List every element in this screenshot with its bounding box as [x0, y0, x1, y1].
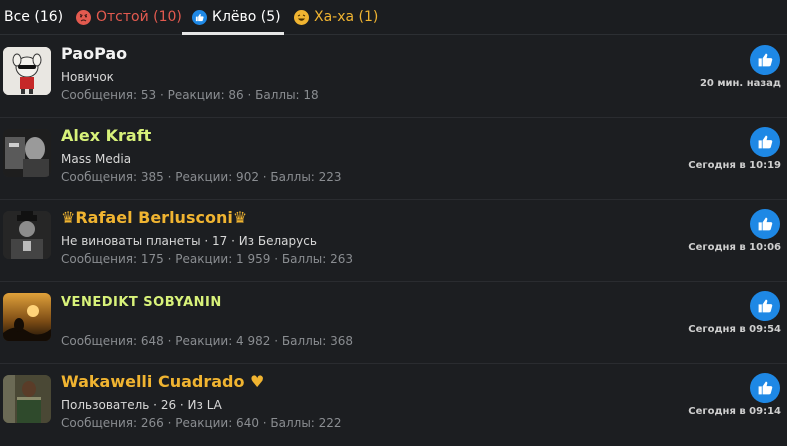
user-stats: Сообщения: 53 · Реакции: 86 · Баллы: 18 [61, 88, 319, 102]
avatar[interactable] [3, 293, 51, 341]
avatar[interactable] [3, 375, 51, 423]
username[interactable]: Wakawelli Cuadrado ♥ [61, 372, 264, 391]
user-stats: Сообщения: 385 · Реакции: 902 · Баллы: 2… [61, 170, 342, 184]
tab-haha[interactable]: Ха-ха (1) [294, 0, 378, 34]
like-icon [192, 9, 207, 25]
username[interactable]: PaoPao [61, 44, 127, 63]
like-reaction-icon [750, 291, 780, 321]
reaction-time: Сегодня в 09:54 [688, 324, 781, 335]
like-reaction-icon [750, 45, 780, 75]
tab-haha-label: Ха-ха (1) [314, 9, 379, 25]
list-item: PaoPao Новичок Сообщения: 53 · Реакции: … [0, 35, 787, 118]
list-item: ♛Rafael Berlusconi♛ Не виноваты планеты … [0, 199, 787, 282]
user-title: Новичок [61, 70, 114, 84]
like-reaction-icon [750, 209, 780, 239]
angry-face-icon [76, 9, 91, 25]
laugh-face-icon [294, 9, 309, 25]
reaction-time: Сегодня в 10:06 [688, 242, 781, 253]
list-item: Alex Kraft Mass Media Сообщения: 385 · Р… [0, 117, 787, 200]
avatar[interactable] [3, 47, 51, 95]
reaction-tabs: Все (16) Отстой (10) Клёво (5) Ха-ха (1) [0, 0, 787, 35]
like-reaction-icon [750, 373, 780, 403]
tab-all-label: Все (16) [4, 9, 64, 25]
reaction-time: 20 мин. назад [699, 78, 781, 89]
like-reaction-icon [750, 127, 780, 157]
user-title: Не виноваты планеты · 17 · Из Беларусь [61, 234, 317, 248]
user-title: Mass Media [61, 152, 132, 166]
tab-all[interactable]: Все (16) [4, 0, 63, 34]
reaction-time: Сегодня в 10:19 [688, 160, 781, 171]
user-stats: Сообщения: 175 · Реакции: 1 959 · Баллы:… [61, 252, 354, 266]
user-stats: Сообщения: 648 · Реакции: 4 982 · Баллы:… [61, 334, 354, 348]
avatar[interactable] [3, 129, 51, 177]
list-item: VENEDIKT SOBYANIN Сообщения: 648 · Реакц… [0, 281, 787, 364]
list-item: Wakawelli Cuadrado ♥ Пользователь · 26 ·… [0, 363, 787, 445]
tab-like[interactable]: Клёво (5) [182, 0, 284, 35]
username[interactable]: Alex Kraft [61, 126, 151, 145]
tab-dislike-label: Отстой (10) [96, 9, 182, 25]
username[interactable]: VENEDIKT SOBYANIN [61, 295, 222, 310]
tab-like-label: Клёво (5) [212, 9, 281, 25]
username[interactable]: ♛Rafael Berlusconi♛ [61, 208, 247, 227]
reaction-time: Сегодня в 09:14 [688, 406, 781, 417]
avatar[interactable] [3, 211, 51, 259]
user-title: Пользователь · 26 · Из LA [61, 398, 222, 412]
tab-dislike[interactable]: Отстой (10) [76, 0, 182, 34]
user-stats: Сообщения: 266 · Реакции: 640 · Баллы: 2… [61, 416, 342, 430]
